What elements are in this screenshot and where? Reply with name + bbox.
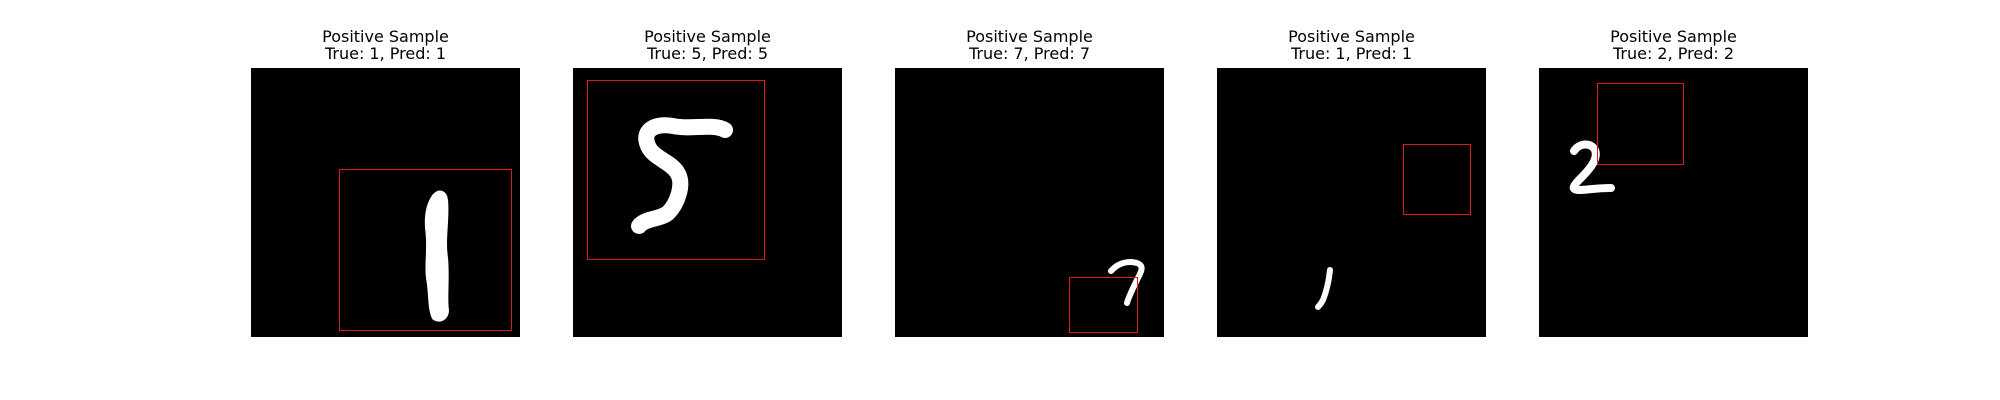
panel-title: Positive Sample True: 1, Pred: 1 xyxy=(1177,28,1526,62)
bounding-box xyxy=(1403,144,1471,215)
sample-image xyxy=(573,68,842,337)
bounding-box xyxy=(587,80,765,260)
panel-title-line: Positive Sample xyxy=(322,27,449,46)
bounding-box xyxy=(339,169,512,331)
panel-subtitle-line: True: 1, Pred: 1 xyxy=(324,44,447,63)
panel-title-line: Positive Sample xyxy=(1288,27,1415,46)
panel-title-line: Positive Sample xyxy=(966,27,1093,46)
panel-title: Positive Sample True: 7, Pred: 7 xyxy=(855,28,1204,62)
sample-panel-2: Positive Sample True: 5, Pred: 5 xyxy=(573,0,842,340)
bounding-box xyxy=(1597,83,1684,165)
sample-image xyxy=(1539,68,1808,337)
sample-panel-3: Positive Sample True: 7, Pred: 7 xyxy=(895,0,1164,340)
panel-title-line: Positive Sample xyxy=(644,27,771,46)
panel-subtitle-line: True: 2, Pred: 2 xyxy=(1612,44,1735,63)
panel-title: Positive Sample True: 2, Pred: 2 xyxy=(1499,28,1848,62)
panel-title-line: Positive Sample xyxy=(1610,27,1737,46)
sample-panel-1: Positive Sample True: 1, Pred: 1 xyxy=(251,0,520,340)
panel-subtitle-line: True: 5, Pred: 5 xyxy=(646,44,769,63)
sample-image xyxy=(895,68,1164,337)
sample-image xyxy=(251,68,520,337)
sample-panel-5: Positive Sample True: 2, Pred: 2 xyxy=(1539,0,1808,340)
bounding-box xyxy=(1069,277,1138,333)
panel-subtitle-line: True: 1, Pred: 1 xyxy=(1290,44,1413,63)
sample-panel-4: Positive Sample True: 1, Pred: 1 xyxy=(1217,0,1486,340)
sample-image xyxy=(1217,68,1486,337)
panel-subtitle-line: True: 7, Pred: 7 xyxy=(968,44,1091,63)
panel-title: Positive Sample True: 5, Pred: 5 xyxy=(533,28,882,62)
panel-title: Positive Sample True: 1, Pred: 1 xyxy=(211,28,560,62)
